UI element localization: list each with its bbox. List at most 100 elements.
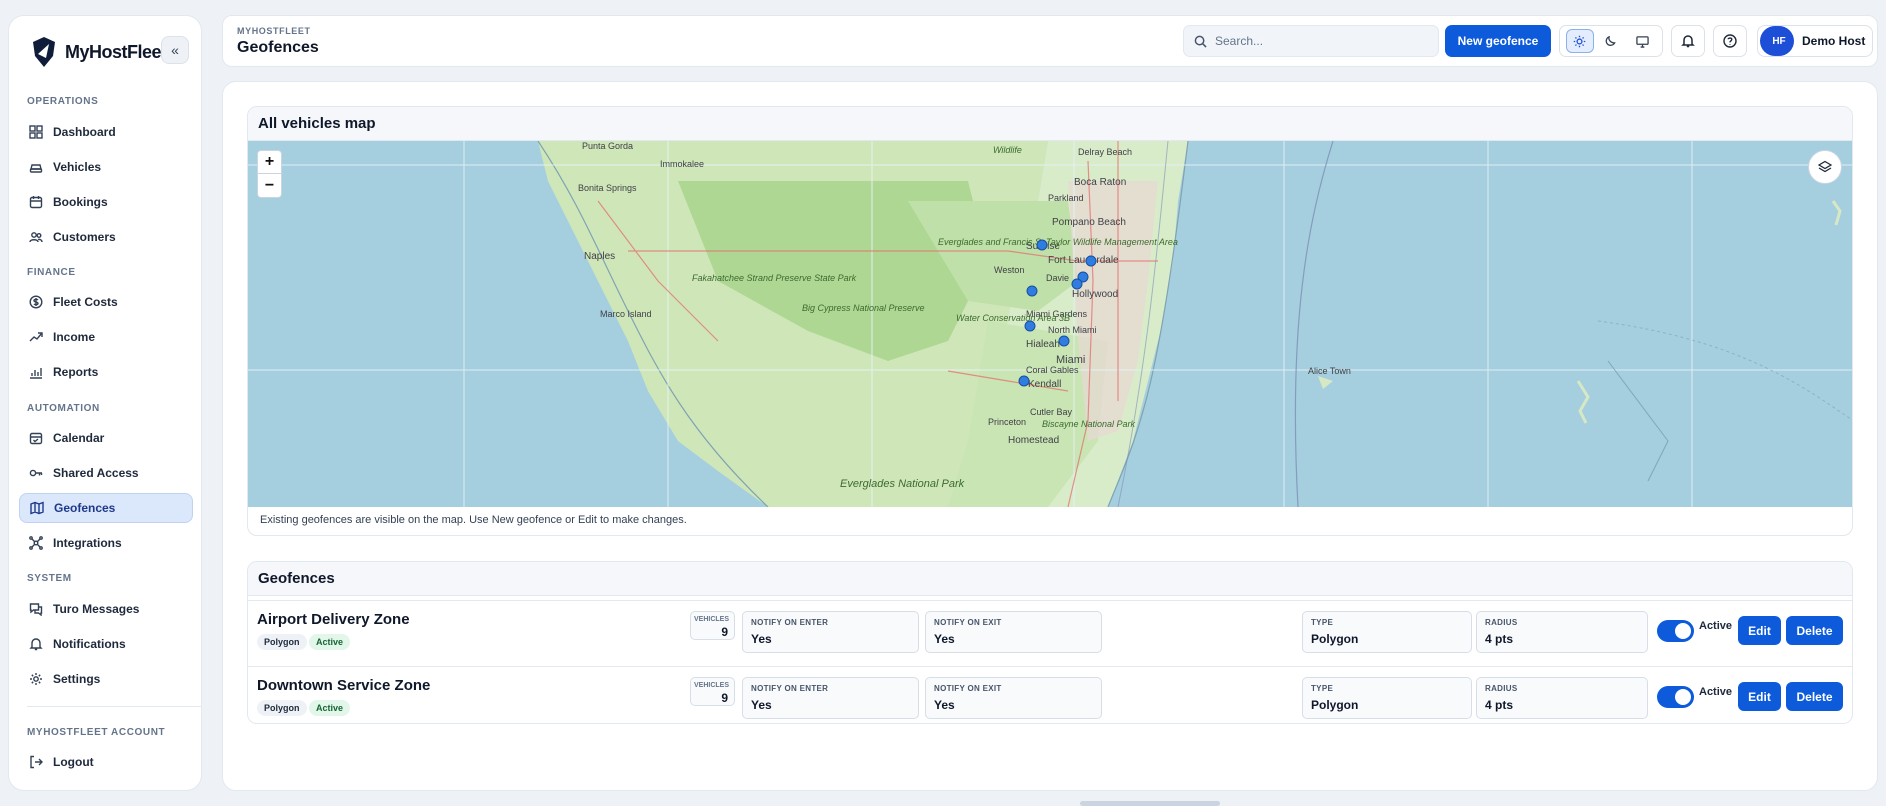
search-box[interactable]	[1183, 25, 1439, 57]
sidebar-item-bookings[interactable]: Bookings	[19, 187, 193, 217]
vehicle-marker	[1026, 285, 1038, 297]
vehicles-value: 9	[721, 625, 728, 639]
vehicle-marker	[1024, 320, 1036, 332]
chart-icon	[30, 368, 42, 379]
place-label: Biscayne National Park	[1042, 419, 1136, 429]
place-label: Hialeah	[1026, 339, 1060, 350]
field-label: TYPE	[1311, 684, 1334, 693]
notify-on-exit-field: NOTIFY ON EXIT Yes	[925, 611, 1102, 653]
place-label: Marco Island	[600, 309, 652, 319]
users-icon	[29, 232, 43, 243]
scrollbar[interactable]	[1080, 801, 1220, 806]
sidebar-item-notifications[interactable]: Notifications	[19, 629, 193, 659]
sidebar-item-label: Logout	[53, 755, 94, 769]
vehicles-map[interactable]: Punta Gorda Wildlife Delray Beach Immoka…	[248, 141, 1852, 507]
double-chevron-left-icon: «	[171, 42, 179, 58]
sidebar-item-fleet-costs[interactable]: Fleet Costs	[19, 287, 193, 317]
car-icon	[29, 164, 43, 173]
messages-icon	[29, 603, 43, 616]
search-input[interactable]	[1215, 34, 1415, 48]
bell-icon	[1681, 35, 1695, 48]
place-label: Punta Gorda	[582, 141, 633, 151]
sidebar-item-customers[interactable]: Customers	[19, 222, 193, 252]
sidebar-item-logout[interactable]: Logout	[19, 747, 193, 777]
monitor-icon	[1636, 35, 1649, 48]
vehicle-marker	[1058, 335, 1070, 347]
sidebar-item-vehicles[interactable]: Vehicles	[19, 152, 193, 182]
field-label: NOTIFY ON EXIT	[934, 684, 1002, 693]
sidebar-item-dashboard[interactable]: Dashboard	[19, 117, 193, 147]
place-label: Coral Gables	[1026, 365, 1079, 375]
breadcrumb: MYHOSTFLEET	[237, 26, 311, 36]
vehicle-marker	[1018, 375, 1030, 387]
place-label: Everglades and Francis S. Taylor Wildlif…	[938, 237, 1178, 247]
help-button[interactable]	[1713, 25, 1747, 57]
table-row: Downtown Service Zone Polygon Active VEH…	[248, 666, 1852, 723]
active-toggle[interactable]	[1657, 686, 1694, 708]
map-card: All vehicles map Punta Gorda Wildlife De…	[247, 106, 1853, 536]
zoom-out-button[interactable]: −	[258, 174, 281, 197]
field-value: Polygon	[1311, 632, 1359, 646]
sidebar-item-label: Settings	[53, 672, 101, 686]
vehicles-count: VEHICLES 9	[690, 677, 735, 706]
notify-on-exit-field: NOTIFY ON EXIT Yes	[925, 677, 1102, 719]
delete-button[interactable]: Delete	[1786, 616, 1843, 645]
search-icon	[1194, 35, 1207, 48]
section-title-system: SYSTEM	[27, 573, 72, 584]
sidebar-item-reports[interactable]: Reports	[19, 357, 193, 387]
logo[interactable]: MyHostFleet	[27, 34, 167, 70]
sidebar-item-label: Reports	[53, 365, 99, 379]
sidebar-item-label: Customers	[53, 230, 116, 244]
edit-button[interactable]: Edit	[1738, 682, 1781, 711]
table-row: Airport Delivery Zone Polygon Active VEH…	[248, 600, 1852, 658]
collapse-sidebar-button[interactable]: «	[161, 36, 189, 64]
sidebar-item-label: Dashboard	[53, 125, 116, 139]
moon-icon	[1606, 35, 1617, 46]
sidebar-item-label: Income	[53, 330, 96, 344]
sidebar-item-income[interactable]: Income	[19, 322, 193, 352]
sidebar-item-geofences[interactable]: Geofences	[19, 493, 193, 523]
place-label: Cutler Bay	[1030, 407, 1073, 417]
theme-dark-button[interactable]	[1597, 29, 1625, 53]
sidebar-item-turo-messages[interactable]: Turo Messages	[19, 594, 193, 624]
sidebar-item-shared-access[interactable]: Shared Access	[19, 458, 193, 488]
sidebar-item-settings[interactable]: Settings	[19, 664, 193, 694]
field-value: 4 pts	[1485, 632, 1514, 646]
sidebar-item-label: Fleet Costs	[53, 295, 118, 309]
sidebar-divider	[27, 706, 201, 707]
notifications-button[interactable]	[1671, 25, 1705, 57]
grid-icon	[29, 125, 43, 139]
geofences-card-title: Geofences	[248, 562, 1852, 596]
active-toggle[interactable]	[1657, 620, 1694, 642]
edit-button[interactable]: Edit	[1738, 616, 1781, 645]
notify-on-enter-field: NOTIFY ON ENTER Yes	[742, 611, 919, 653]
place-label: Boca Raton	[1074, 177, 1126, 188]
sidebar-item-label: Calendar	[53, 431, 105, 445]
vehicles-label: VEHICLES	[693, 616, 729, 623]
new-geofence-button[interactable]: New geofence	[1445, 25, 1551, 57]
field-value: Yes	[751, 632, 772, 646]
geofence-name: Downtown Service Zone	[257, 677, 431, 694]
section-title-finance: FINANCE	[27, 267, 76, 278]
calendar-icon	[29, 196, 43, 209]
layers-button[interactable]	[1808, 150, 1842, 184]
place-label: Water Conservation Area 3B	[956, 313, 1070, 323]
place-label: Wildlife	[993, 145, 1022, 155]
calendar-check-icon	[29, 432, 43, 445]
section-title-account: MYHOSTFLEET ACCOUNT	[27, 727, 166, 738]
map-tiles: Punta Gorda Wildlife Delray Beach Immoka…	[248, 141, 1852, 507]
map-note: Existing geofences are visible on the ma…	[260, 514, 687, 526]
avatar: HF	[1764, 26, 1794, 56]
theme-system-button[interactable]	[1628, 29, 1656, 53]
field-value: Yes	[751, 698, 772, 712]
sidebar-item-calendar[interactable]: Calendar	[19, 423, 193, 453]
delete-button[interactable]: Delete	[1786, 682, 1843, 711]
brand-name: MyHostFleet	[65, 41, 167, 62]
sidebar-item-integrations[interactable]: Integrations	[19, 528, 193, 558]
place-label: Davie	[1046, 273, 1069, 283]
place-label: Pompano Beach	[1052, 217, 1126, 228]
sidebar-item-label: Turo Messages	[53, 602, 140, 616]
theme-light-button[interactable]	[1565, 29, 1594, 53]
zoom-in-button[interactable]: +	[258, 151, 281, 174]
user-menu[interactable]: HF Demo Host	[1757, 25, 1873, 57]
